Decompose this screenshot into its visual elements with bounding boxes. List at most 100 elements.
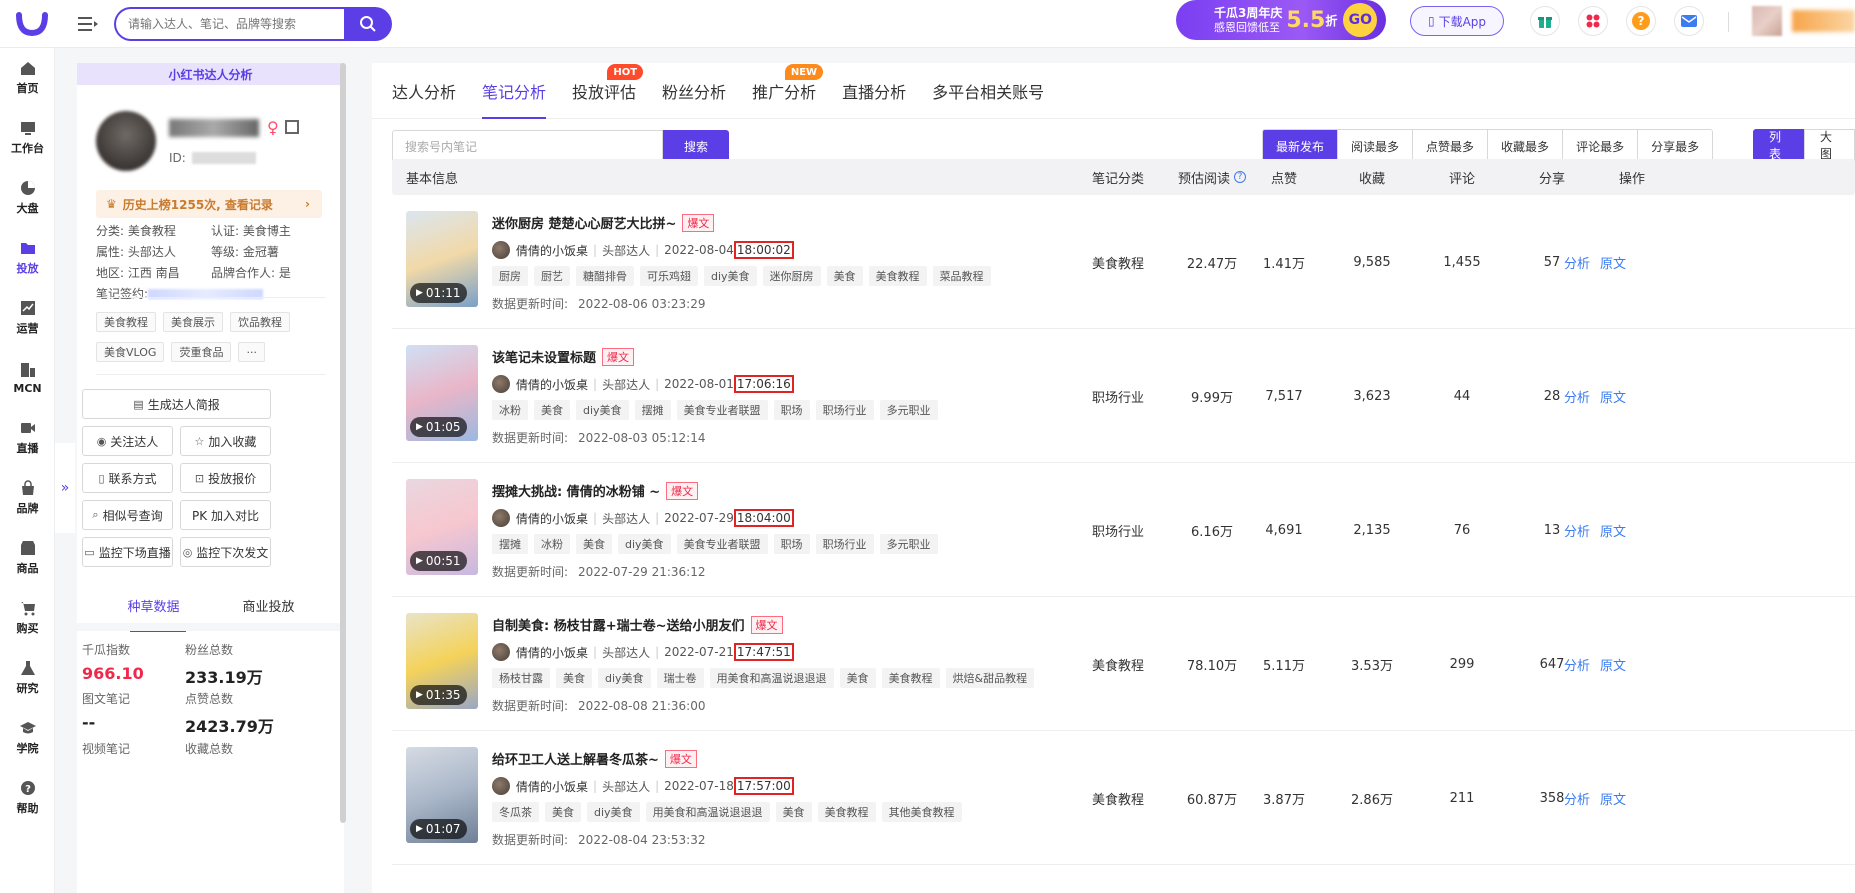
generate-report-button[interactable]: ▤ 生成达人简报 xyxy=(82,389,271,419)
nav-item-academy[interactable]: 学院 xyxy=(0,708,55,768)
nav-item-brand[interactable]: 品牌 xyxy=(0,468,55,528)
promo-banner[interactable]: 千瓜3周年庆 感恩回馈低至 5.5 折 GO xyxy=(1176,0,1386,40)
follow-button[interactable]: ◉ 关注达人 xyxy=(82,426,173,456)
original-link[interactable]: 原文 xyxy=(1600,521,1626,540)
monitor-live-button[interactable]: ▭ 监控下场直播 xyxy=(82,537,173,567)
download-app-button[interactable]: ▯ 下载App xyxy=(1410,6,1504,36)
note-thumbnail[interactable]: ▶ 01:11 xyxy=(406,211,478,307)
note-tag[interactable]: 厨房 xyxy=(492,266,528,286)
note-tag[interactable]: 迷你厨房 xyxy=(762,266,821,286)
original-link[interactable]: 原文 xyxy=(1600,253,1626,272)
note-tag[interactable]: 美食 xyxy=(534,400,570,420)
influencer-tag[interactable]: 美食教程 xyxy=(96,312,156,332)
note-tag[interactable]: 职场行业 xyxy=(815,534,874,554)
note-tag[interactable]: diy美食 xyxy=(598,668,651,688)
note-tag[interactable]: 可乐鸡翅 xyxy=(640,266,698,286)
col-collects[interactable]: 收藏 xyxy=(1332,159,1412,195)
tab-promotion-analysis[interactable]: 推广分析 NEW xyxy=(739,63,829,119)
note-tag[interactable]: 美食教程 xyxy=(817,802,876,822)
similar-search-button[interactable]: ⌕ 相似号查询 xyxy=(82,500,173,530)
nav-item-home[interactable]: 首页 xyxy=(0,48,55,108)
analyze-link[interactable]: 分析 xyxy=(1564,253,1590,272)
nav-item-buy[interactable]: 购买 xyxy=(0,588,55,648)
note-tag[interactable]: 其他美食教程 xyxy=(881,802,962,822)
author-name[interactable]: 倩倩的小饭桌 xyxy=(516,242,588,259)
note-tag[interactable]: 职场 xyxy=(773,534,810,554)
col-comments[interactable]: 评论 xyxy=(1422,159,1502,195)
note-tag[interactable]: 冰粉 xyxy=(492,400,528,420)
original-link[interactable]: 原文 xyxy=(1600,655,1626,674)
profile-scrollbar[interactable] xyxy=(340,63,346,823)
note-title[interactable]: 给环卫工人送上解暑冬瓜茶~ xyxy=(492,749,659,768)
note-thumbnail[interactable]: ▶ 01:07 xyxy=(406,747,478,843)
col-likes[interactable]: 点赞 xyxy=(1244,159,1324,195)
note-title[interactable]: 自制美食: 杨枝甘露+瑞士卷~送给小朋友们 xyxy=(492,615,745,634)
analyze-link[interactable]: 分析 xyxy=(1564,655,1590,674)
note-tag[interactable]: 摆摊 xyxy=(492,534,528,554)
note-title[interactable]: 迷你厨房 楚楚心心厨艺大比拼~ xyxy=(492,213,676,232)
pk-compare-button[interactable]: PK 加入对比 xyxy=(180,500,271,530)
note-tag[interactable]: diy美食 xyxy=(576,400,629,420)
menu-toggle-icon[interactable] xyxy=(76,12,100,36)
help-question-icon[interactable]: ? xyxy=(1626,6,1656,36)
note-tag[interactable]: 杨枝甘露 xyxy=(492,668,550,688)
note-tag[interactable]: diy美食 xyxy=(618,534,671,554)
note-tag[interactable]: 美食 xyxy=(826,266,863,286)
note-tag[interactable]: 厨艺 xyxy=(534,266,570,286)
note-tag[interactable]: 美食专业者联盟 xyxy=(676,534,768,554)
original-link[interactable]: 原文 xyxy=(1600,789,1626,808)
logo[interactable] xyxy=(12,10,52,38)
note-tag[interactable]: 烘焙&甜品教程 xyxy=(945,668,1035,688)
original-link[interactable]: 原文 xyxy=(1600,387,1626,406)
note-tag[interactable]: 瑞士卷 xyxy=(656,668,704,688)
influencer-tag[interactable]: 美食VLOG xyxy=(96,342,165,362)
nav-item-help[interactable]: ? 帮助 xyxy=(0,768,55,828)
sort-most-collected[interactable]: 收藏最多 xyxy=(1488,130,1564,162)
nav-item-launch[interactable]: 投放 xyxy=(0,228,55,288)
col-shares[interactable]: 分享 xyxy=(1512,159,1592,195)
author-name[interactable]: 倩倩的小饭桌 xyxy=(516,778,588,795)
note-thumbnail[interactable]: ▶ 01:05 xyxy=(406,345,478,441)
global-search-button[interactable] xyxy=(344,6,392,41)
nav-item-operation[interactable]: 运营 xyxy=(0,288,55,348)
more-tags-button[interactable]: ··· xyxy=(238,342,265,362)
sort-latest[interactable]: 最新发布 xyxy=(1263,130,1339,162)
note-tag[interactable]: 菜品教程 xyxy=(932,266,991,286)
analyze-link[interactable]: 分析 xyxy=(1564,387,1590,406)
note-tag[interactable]: 美食教程 xyxy=(868,266,927,286)
author-name[interactable]: 倩倩的小饭桌 xyxy=(516,644,588,661)
note-thumbnail[interactable]: ▶ 00:51 xyxy=(406,479,478,575)
influencer-tag[interactable]: 美食展示 xyxy=(163,312,223,332)
note-search-input[interactable]: 搜索号内笔记 xyxy=(392,130,663,162)
note-tag[interactable]: 美食 xyxy=(545,802,581,822)
note-tag[interactable]: 多元职业 xyxy=(879,534,938,554)
sort-most-commented[interactable]: 评论最多 xyxy=(1563,130,1639,162)
tab-multiplatform-accounts[interactable]: 多平台相关账号 xyxy=(919,63,1057,119)
apps-icon[interactable] xyxy=(1578,6,1608,36)
view-list-button[interactable]: 列表 xyxy=(1753,129,1804,161)
nav-item-goods[interactable]: 商品 xyxy=(0,528,55,588)
banner-go-button[interactable]: GO xyxy=(1343,3,1378,37)
sort-most-read[interactable]: 阅读最多 xyxy=(1338,130,1414,162)
user-avatar[interactable] xyxy=(1752,6,1782,36)
nav-collapse-toggle[interactable]: » xyxy=(55,443,75,533)
sort-most-shared[interactable]: 分享最多 xyxy=(1638,130,1713,162)
note-tag[interactable]: 美食 xyxy=(576,534,612,554)
note-tag[interactable]: 美食 xyxy=(839,668,876,688)
note-tag[interactable]: diy美食 xyxy=(587,802,640,822)
nav-item-workbench[interactable]: 工作台 xyxy=(0,108,55,168)
tab-launch-evaluation[interactable]: 投放评估 HOT xyxy=(559,63,649,119)
note-tag[interactable]: diy美食 xyxy=(704,266,757,286)
note-thumbnail[interactable]: ▶ 01:35 xyxy=(406,613,478,709)
note-tag[interactable]: 美食专业者联盟 xyxy=(676,400,768,420)
note-tag[interactable]: 冰粉 xyxy=(534,534,570,554)
note-title[interactable]: 该笔记未设置标题 xyxy=(492,347,596,366)
nav-item-research[interactable]: 研究 xyxy=(0,648,55,708)
user-name-blurred[interactable] xyxy=(1792,10,1855,32)
history-ranking-link[interactable]: ♛ 历史上榜1255次, 查看记录 › xyxy=(96,190,322,218)
note-title[interactable]: 摆摊大挑战: 倩倩的冰粉铺 ~ xyxy=(492,481,660,500)
qrcode-icon[interactable] xyxy=(285,120,299,134)
favorite-button[interactable]: ☆ 加入收藏 xyxy=(180,426,271,456)
note-tag[interactable]: 冬瓜茶 xyxy=(492,802,539,822)
view-grid-button[interactable]: 大图 xyxy=(1804,129,1855,161)
